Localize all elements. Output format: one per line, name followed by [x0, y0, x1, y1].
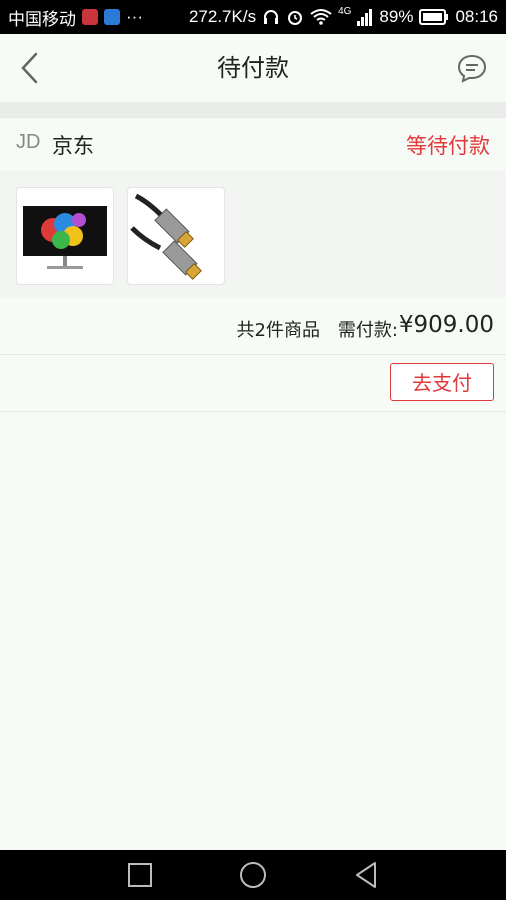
- signal-bars-icon: [357, 9, 373, 26]
- more-notifications-dots: ···: [126, 7, 143, 26]
- alarm-icon: [288, 11, 303, 25]
- product-list[interactable]: [0, 171, 506, 297]
- carrier-label: 中国移动: [8, 9, 76, 29]
- order-store-row[interactable]: JD 京东 等待付款: [0, 117, 506, 172]
- network-speed: 272.7K/s: [188, 7, 257, 26]
- app-notification-icon: [82, 9, 98, 25]
- order-summary: 共2件商品 需付款: ¥909.00: [0, 297, 506, 355]
- system-nav-bar: [0, 850, 506, 900]
- circle-icon: [240, 862, 266, 888]
- clock: 08:16: [455, 7, 498, 26]
- app-notification-icon-2: [104, 9, 120, 25]
- message-icon[interactable]: [456, 52, 488, 84]
- square-icon: [128, 863, 152, 887]
- wifi-icon: [310, 9, 332, 25]
- monitor-image: [23, 206, 107, 269]
- store-logo: JD: [16, 131, 41, 153]
- headphones-icon: [264, 10, 279, 24]
- battery-percent: 89%: [379, 7, 414, 26]
- pay-label: 需付款:: [337, 320, 398, 341]
- pay-button[interactable]: 去支付: [390, 363, 494, 401]
- section-divider: [0, 102, 506, 117]
- home-button[interactable]: [223, 850, 283, 900]
- status-bar: 中国移动 ··· 272.7K/s 4G 89% 08:16: [0, 0, 506, 34]
- back-button[interactable]: [336, 850, 396, 900]
- store-name: 京东: [52, 134, 94, 158]
- item-count: 共2件商品: [236, 320, 320, 341]
- signal-type: 4G: [338, 5, 352, 17]
- page-title: 待付款: [217, 54, 289, 82]
- hdmi-cable-image: [130, 193, 202, 280]
- product-thumbnail-monitor[interactable]: [16, 187, 114, 285]
- recent-apps-button[interactable]: [110, 850, 170, 900]
- app-bar: 待付款: [0, 34, 506, 102]
- product-thumbnail-hdmi-cable[interactable]: [127, 187, 225, 285]
- order-actions: 去支付: [0, 355, 506, 412]
- pay-amount: ¥909.00: [398, 312, 494, 338]
- triangle-back-icon: [356, 862, 376, 888]
- order-status: 等待付款: [406, 134, 490, 158]
- battery-icon: [419, 9, 449, 25]
